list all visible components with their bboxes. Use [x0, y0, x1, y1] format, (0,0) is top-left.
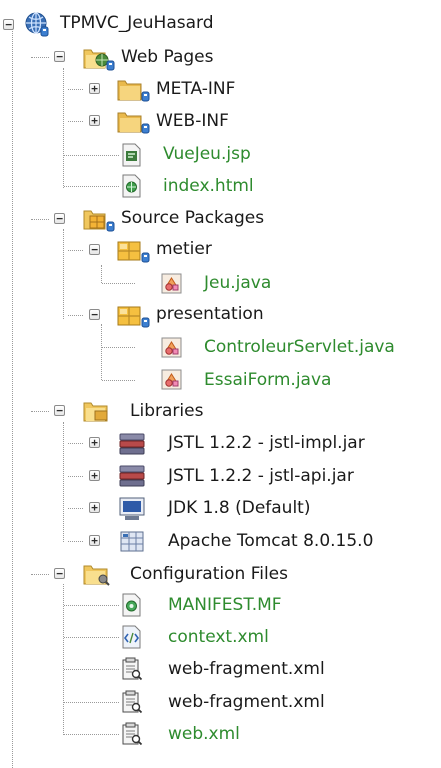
expand-toggle[interactable]: +: [89, 535, 100, 546]
java-class-icon: [160, 272, 184, 294]
project-tree: − − + + − − − − + + + + − TPMVC_JeuHasar…: [0, 0, 441, 768]
tree-guide-line: [64, 155, 119, 156]
tree-node-label-presentation[interactable]: presentation: [156, 303, 264, 325]
tree-node-label-vuejeu-jsp[interactable]: VueJeu.jsp: [163, 143, 251, 165]
tree-guide-line: [64, 605, 119, 606]
folder-icon: [116, 77, 150, 102]
tree-guide-line: [102, 347, 135, 348]
xml-descriptor-icon: [120, 657, 144, 681]
jar-library-icon: [118, 431, 145, 455]
tree-guide-line: [102, 380, 135, 381]
collapse-toggle[interactable]: −: [54, 213, 65, 224]
tree-guide-line: [68, 541, 83, 542]
tree-node-label-metier[interactable]: metier: [156, 238, 212, 260]
tree-node-label-web-inf[interactable]: WEB-INF: [156, 110, 229, 132]
tree-node-label-jeu-java[interactable]: Jeu.java: [204, 272, 271, 294]
tree-node-label-libraries[interactable]: Libraries: [130, 400, 203, 422]
xml-descriptor-icon: [120, 690, 144, 714]
tree-node-label-index-html[interactable]: index.html: [163, 175, 254, 197]
tree-node-label-controleurservlet-java[interactable]: ControleurServlet.java: [204, 336, 395, 358]
tree-guide-line: [64, 186, 119, 187]
manifest-file-icon: [120, 593, 144, 617]
libraries-folder-icon: [82, 398, 108, 422]
tree-node-label-source-packages[interactable]: Source Packages: [121, 207, 264, 229]
package-icon: [116, 303, 150, 328]
tree-guide-line: [68, 315, 83, 316]
jar-library-icon: [118, 463, 145, 487]
tree-node-label-essaiform-java[interactable]: EssaiForm.java: [204, 369, 331, 391]
tree-guide-line: [64, 734, 119, 735]
source-packages-icon: [82, 206, 115, 232]
collapse-toggle[interactable]: −: [89, 244, 100, 255]
tree-node-label-web-fragment-xml[interactable]: web-fragment.xml: [168, 658, 325, 680]
tree-node-label-configuration-files[interactable]: Configuration Files: [130, 563, 288, 585]
html-file-icon: [120, 174, 144, 198]
expand-toggle[interactable]: +: [89, 83, 100, 94]
collapse-toggle[interactable]: −: [54, 405, 65, 416]
tree-guide-line: [68, 476, 83, 477]
tree-node-label-manifest[interactable]: MANIFEST.MF: [168, 594, 282, 616]
tree-node-label-jstl-impl[interactable]: JSTL 1.2.2 - jstl-impl.jar: [168, 432, 365, 454]
tree-guide-line: [64, 669, 119, 670]
tree-node-label-web-xml[interactable]: web.xml: [168, 723, 240, 745]
tree-guide-line: [63, 68, 64, 188]
package-icon: [116, 238, 150, 263]
collapse-toggle[interactable]: −: [54, 51, 65, 62]
server-library-icon: [118, 529, 144, 552]
folder-icon: [116, 109, 150, 134]
xml-file-icon: [120, 625, 144, 649]
tree-guide-line: [12, 28, 13, 768]
tree-node-label-web-pages[interactable]: Web Pages: [121, 46, 213, 68]
tree-guide-line: [68, 250, 83, 251]
tree-guide-line: [64, 637, 119, 638]
expand-toggle[interactable]: +: [89, 115, 100, 126]
tree-guide-line: [64, 702, 119, 703]
tree-guide-line: [31, 219, 49, 220]
tree-guide-line: [68, 89, 83, 90]
collapse-toggle[interactable]: −: [89, 309, 100, 320]
collapse-toggle[interactable]: −: [3, 19, 14, 30]
xml-descriptor-icon: [120, 722, 144, 746]
tree-node-label-web-fragment-xml[interactable]: web-fragment.xml: [168, 691, 325, 713]
collapse-toggle[interactable]: −: [54, 568, 65, 579]
tree-node-label-context-xml[interactable]: context.xml: [168, 626, 269, 648]
tree-guide-line: [101, 324, 102, 380]
tree-guide-line: [102, 283, 135, 284]
tree-guide-line: [63, 229, 64, 319]
expand-toggle[interactable]: +: [89, 470, 100, 481]
tree-node-label-project[interactable]: TPMVC_JeuHasard: [60, 12, 214, 34]
java-class-icon: [160, 368, 184, 390]
tree-node-label-tomcat[interactable]: Apache Tomcat 8.0.15.0: [168, 530, 373, 552]
tree-node-label-meta-inf[interactable]: META-INF: [156, 78, 235, 100]
tree-guide-line: [31, 411, 49, 412]
tree-guide-line: [63, 584, 64, 735]
tree-guide-line: [101, 265, 102, 283]
tree-guide-line: [68, 121, 83, 122]
tree-guide-line: [68, 508, 83, 509]
jdk-icon: [118, 496, 145, 520]
tree-guide-line: [31, 57, 49, 58]
tree-guide-line: [63, 422, 64, 542]
tree-node-label-jdk[interactable]: JDK 1.8 (Default): [168, 497, 310, 519]
web-project-icon: [24, 12, 49, 37]
expand-toggle[interactable]: +: [89, 502, 100, 513]
tree-guide-line: [31, 574, 49, 575]
jsp-file-icon: [120, 143, 144, 167]
java-class-icon: [160, 336, 184, 358]
web-pages-folder-icon: [82, 45, 115, 71]
tree-guide-line: [68, 443, 83, 444]
expand-toggle[interactable]: +: [89, 437, 100, 448]
tree-node-label-jstl-api[interactable]: JSTL 1.2.2 - jstl-api.jar: [168, 465, 354, 487]
config-folder-icon: [82, 561, 110, 586]
